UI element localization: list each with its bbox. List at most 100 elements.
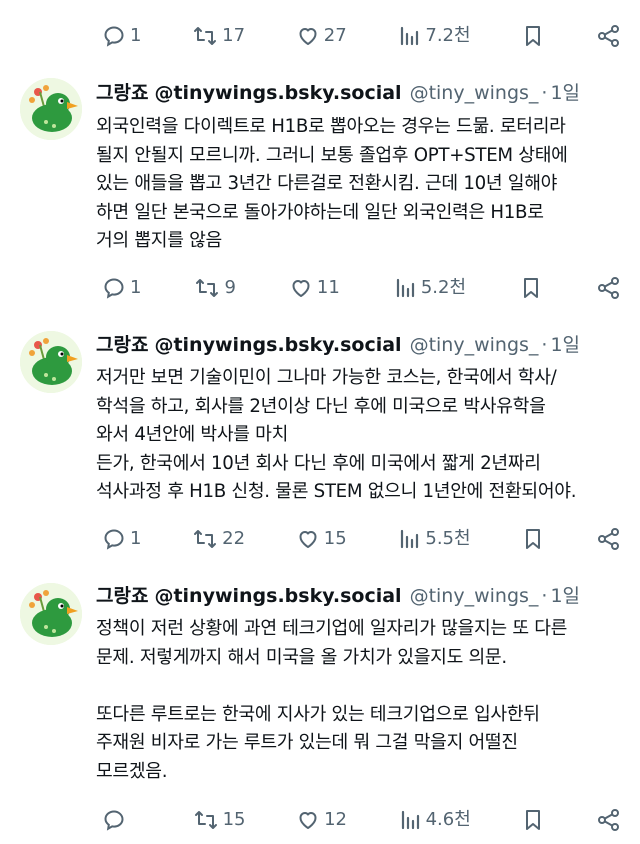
- bookmark-icon: [524, 278, 538, 298]
- repost-icon: [194, 27, 217, 45]
- action-bar: 1 9 11 5.2천: [102, 272, 622, 304]
- share-button[interactable]: [596, 807, 622, 833]
- username[interactable]: @tiny_wings_: [410, 585, 539, 607]
- views-button[interactable]: 5.5천: [397, 527, 471, 551]
- tweet-text-line: [96, 672, 626, 701]
- tweet-text-line: 석사과정 후 H1B 신청. 물론 STEM 없으니 1년안에 전환되어야.: [96, 481, 577, 502]
- tweet-thread: 1 17 27 7.2천 그랑죠 @tinywings.bsky.social …: [0, 0, 640, 844]
- views-button[interactable]: 4.6천: [398, 808, 471, 832]
- share-button[interactable]: [596, 526, 622, 552]
- separator-dot: ·: [541, 585, 548, 607]
- views-icon: [396, 278, 414, 298]
- bookmark-button[interactable]: [521, 24, 545, 48]
- tweet-header: 그랑죠 @tinywings.bsky.social @tiny_wings_ …: [96, 581, 628, 611]
- repost-button[interactable]: 17: [192, 24, 245, 48]
- tweet-text-line: 외국인력을 다이렉트로 H1B로 뽑아오는 경우는 드묾. 로터리라: [96, 116, 566, 137]
- views-count: 5.2천: [420, 277, 466, 298]
- tweet-text-line: 또다른 루트로는 한국에 지사가 있는 테크기업으로 입사한뒤: [96, 703, 540, 725]
- avatar[interactable]: [20, 583, 82, 645]
- repost-count: 15: [222, 809, 246, 830]
- tweet-text-line: 주재원 비자로 가는 루트가 있는데 뭐 그걸 막을지 어떨진: [96, 732, 518, 753]
- views-count: 5.5천: [425, 528, 471, 549]
- bookmark-button[interactable]: [521, 527, 545, 551]
- reply-button[interactable]: 1: [102, 527, 141, 551]
- action-bar: 15 12 4.6천: [102, 804, 622, 836]
- username[interactable]: @tiny_wings_: [410, 334, 539, 356]
- reply-icon: [104, 529, 124, 550]
- display-name[interactable]: 그랑죠: [96, 330, 148, 357]
- bookmark-icon: [526, 26, 541, 46]
- bookmark-icon: [526, 810, 541, 830]
- bookmark-button[interactable]: [519, 276, 543, 300]
- heart-icon: [299, 531, 317, 548]
- heart-icon: [292, 280, 310, 297]
- views-count: 7.2천: [425, 25, 471, 46]
- tweet-text-line: 거의 뽑지를 않음: [96, 230, 222, 251]
- display-handle[interactable]: @tinywings.bsky.social: [154, 585, 401, 607]
- repost-icon: [194, 811, 217, 829]
- share-icon: [597, 25, 619, 47]
- timestamp[interactable]: 1일: [550, 78, 580, 105]
- bird-avatar-icon: [20, 583, 82, 645]
- avatar[interactable]: [20, 78, 82, 140]
- views-button[interactable]: 7.2천: [397, 24, 471, 48]
- display-handle[interactable]: @tinywings.bsky.social: [154, 334, 401, 356]
- share-button[interactable]: [596, 23, 622, 49]
- like-button[interactable]: 27: [296, 24, 347, 48]
- reply-icon: [104, 810, 124, 831]
- repost-count: 9: [224, 277, 236, 298]
- repost-icon: [194, 530, 217, 548]
- like-count: 15: [323, 528, 347, 549]
- timestamp[interactable]: 1일: [550, 330, 580, 357]
- views-icon: [401, 26, 419, 46]
- display-name[interactable]: 그랑죠: [96, 78, 148, 105]
- repost-icon: [196, 279, 219, 297]
- repost-count: 22: [222, 528, 246, 549]
- timestamp[interactable]: 1일: [550, 581, 580, 608]
- share-icon: [597, 809, 619, 831]
- reply-icon: [104, 26, 124, 47]
- display-name[interactable]: 그랑죠: [96, 581, 148, 608]
- separator-dot: ·: [541, 334, 548, 356]
- views-icon: [401, 810, 419, 830]
- share-icon: [598, 277, 619, 299]
- tweet-text: 외국인력을 다이렉트로 H1B로 뽑아오는 경우는 드묾. 로터리라 될지 안될…: [96, 113, 626, 256]
- bookmark-button[interactable]: [521, 808, 545, 832]
- reply-count: 1: [130, 277, 142, 298]
- tweet-text-line: 정책이 저런 상황에 과연 테크기업에 일자리가 많을지는 또 다른: [96, 618, 568, 639]
- reply-count: 1: [130, 528, 142, 549]
- like-button[interactable]: 12: [296, 808, 347, 832]
- tweet-header: 그랑죠 @tinywings.bsky.social @tiny_wings_ …: [96, 78, 628, 108]
- avatar[interactable]: [20, 331, 82, 393]
- repost-button[interactable]: 15: [193, 808, 246, 832]
- tweet-text-line: 문제. 저렇게까지 해서 미국을 올 가치가 있을지도 의문.: [96, 646, 507, 668]
- tweet-text-line: 하면 일단 본국으로 돌아가야하는데 일단 외국인력은 H1B로: [96, 201, 544, 223]
- views-icon: [401, 529, 419, 549]
- bookmark-icon: [526, 529, 541, 549]
- views-count: 4.6천: [425, 809, 471, 830]
- like-count: 11: [316, 277, 340, 298]
- reply-button[interactable]: 1: [102, 276, 141, 300]
- bird-avatar-icon: [20, 331, 82, 393]
- tweet-text-line: 와서 4년안에 박사를 마치: [96, 424, 289, 445]
- display-handle[interactable]: @tinywings.bsky.social: [154, 82, 401, 104]
- heart-icon: [299, 28, 317, 45]
- tweet-text: 정책이 저런 상황에 과연 테크기업에 일자리가 많을지는 또 다른 문제. 저…: [96, 615, 626, 786]
- reply-button[interactable]: [102, 808, 142, 832]
- repost-button[interactable]: 22: [192, 527, 245, 551]
- share-icon: [597, 528, 619, 550]
- tweet-text-line: 든가, 한국에서 10년 회사 다닌 후에 미국에서 짧게 2년짜리: [96, 452, 541, 474]
- like-button[interactable]: 15: [296, 527, 347, 551]
- tweet-text-line: 될지 안될지 모르니까. 그러니 보통 졸업후 OPT+STEM 상태에: [96, 144, 568, 166]
- views-button[interactable]: 5.2천: [393, 276, 466, 300]
- share-button[interactable]: [596, 275, 622, 301]
- separator-dot: ·: [541, 82, 548, 104]
- repost-button[interactable]: 9: [194, 276, 236, 300]
- heart-icon: [299, 812, 317, 829]
- like-button[interactable]: 11: [289, 276, 340, 300]
- reply-button[interactable]: 1: [102, 24, 141, 48]
- username[interactable]: @tiny_wings_: [410, 82, 539, 104]
- bird-avatar-icon: [20, 78, 82, 140]
- reply-icon: [104, 278, 124, 299]
- like-count: 27: [323, 25, 347, 46]
